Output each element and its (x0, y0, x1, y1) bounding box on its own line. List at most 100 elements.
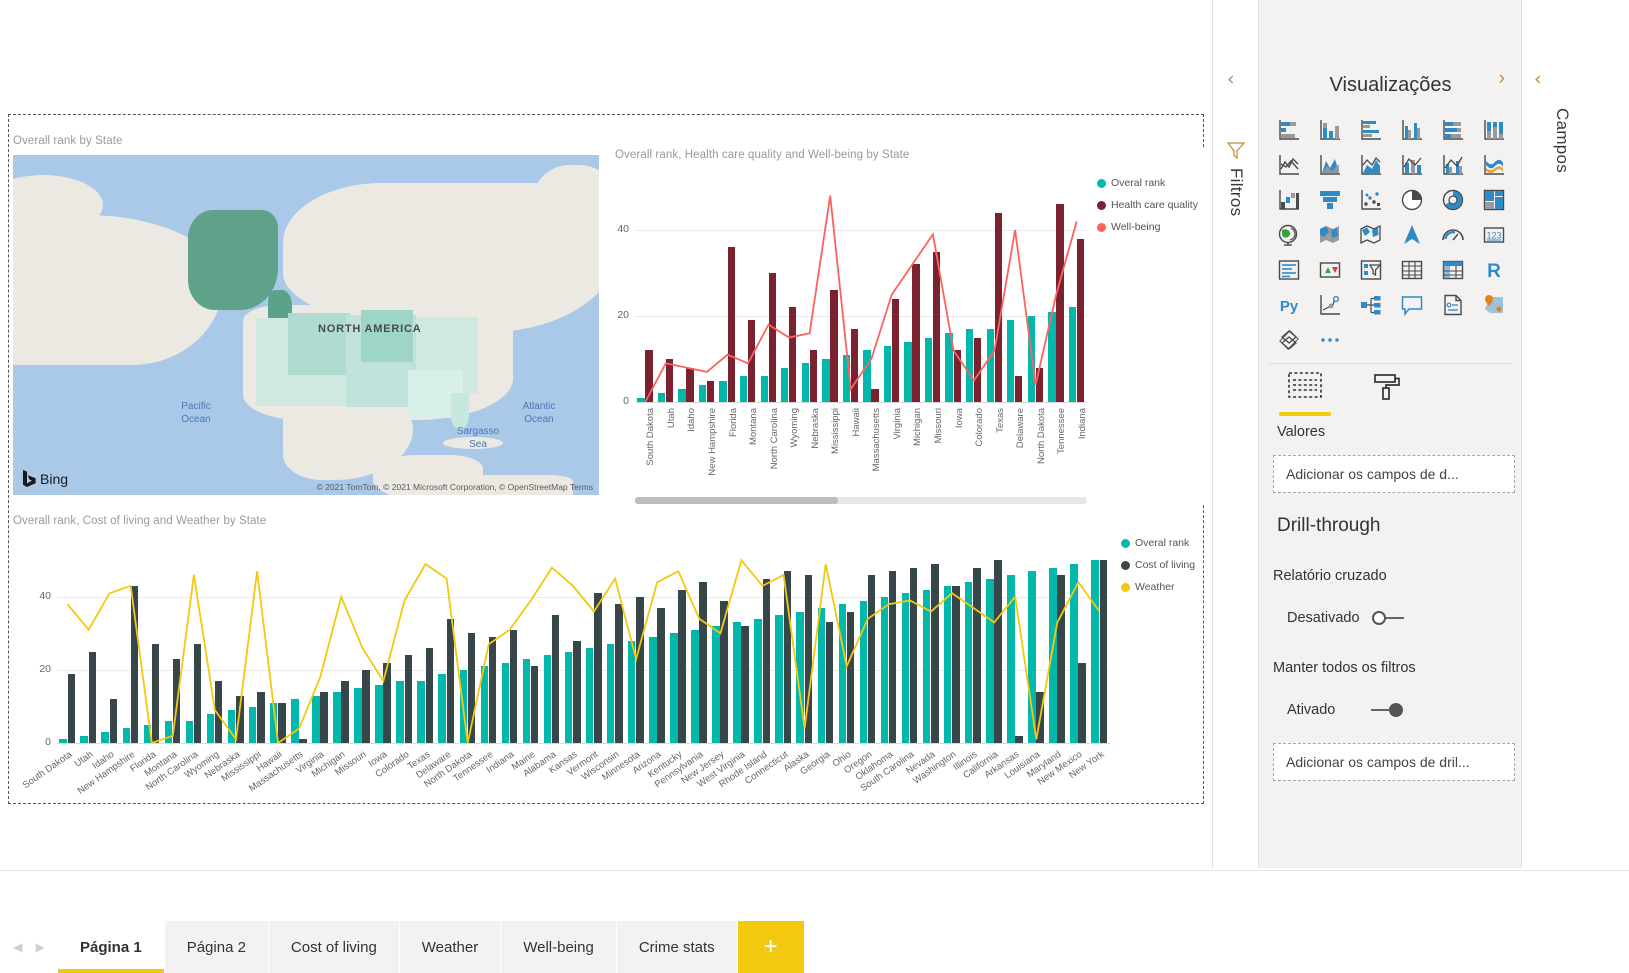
chart3-plot-area[interactable] (57, 553, 1110, 743)
clustered-bar-chart-icon[interactable] (1351, 112, 1391, 147)
scatter-chart-icon[interactable] (1351, 182, 1391, 217)
treemap-icon[interactable] (1474, 182, 1514, 217)
chart-cost-weather-visual[interactable]: Overall rank, Cost of living and Weather… (13, 515, 1198, 800)
visual-config-tabs[interactable] (1281, 372, 1411, 416)
map-visual[interactable]: Overall rank by State (13, 135, 607, 503)
page-tab-label: Well-being (523, 939, 594, 956)
kpi-icon[interactable] (1310, 252, 1350, 287)
slicer-icon[interactable] (1351, 252, 1391, 287)
legend-label: Well-being (1111, 221, 1160, 233)
multi-row-card-icon[interactable] (1269, 252, 1309, 287)
legend-item[interactable]: Overal rank (1097, 177, 1198, 189)
page-next-chevron-icon[interactable]: ▶ (36, 940, 45, 954)
clustered-column-chart-icon[interactable] (1392, 112, 1432, 147)
chart2-plot-area[interactable] (635, 187, 1087, 402)
r-script-visual-icon[interactable]: R (1474, 252, 1514, 287)
page-tab-5[interactable]: Well-being (501, 921, 617, 973)
smart-narrative-icon[interactable] (1433, 287, 1473, 322)
area-chart-icon[interactable] (1310, 147, 1350, 182)
drillthrough-fields-dropzone[interactable]: Adicionar os campos de dril... (1273, 743, 1515, 781)
line-well-being[interactable] (645, 196, 1076, 402)
chart-health-wellbeing-visual[interactable]: Overall rank, Health care quality and We… (615, 149, 1205, 504)
stacked-bar-chart-icon[interactable] (1269, 112, 1309, 147)
fields-collapse-chevron-icon[interactable]: ‹ (1534, 70, 1542, 89)
values-well-dropzone[interactable]: Adicionar os campos de d... (1273, 455, 1515, 493)
legend-color-swatch (1121, 539, 1130, 548)
legend-item[interactable]: Well-being (1097, 221, 1198, 233)
card-icon[interactable]: 123 (1474, 217, 1514, 252)
more-options-icon[interactable] (1310, 322, 1350, 357)
page-tab-1[interactable]: Página 1 (58, 921, 165, 973)
add-page-button[interactable]: + (738, 921, 804, 973)
legend-item[interactable]: Cost of living (1121, 559, 1195, 571)
chart2-legend[interactable]: Overal rank Health care quality Well-being (1097, 177, 1198, 243)
page-tab-4[interactable]: Weather (400, 921, 501, 973)
line-weather[interactable] (68, 560, 1100, 743)
donut-chart-icon[interactable] (1433, 182, 1473, 217)
100-stacked-bar-chart-icon[interactable] (1433, 112, 1473, 147)
bing-logo[interactable]: Bing (23, 470, 68, 487)
page-tab-6[interactable]: Crime stats (617, 921, 738, 973)
filled-map-icon[interactable] (1310, 217, 1350, 252)
line-chart-icon[interactable] (1269, 147, 1309, 182)
chart2-scrollbar-thumb[interactable] (635, 497, 838, 504)
visualizations-pane[interactable]: Visualizações › 123RPy Valores Adicionar… (1258, 0, 1521, 868)
cross-report-toggle[interactable] (1372, 611, 1406, 625)
x-axis-tick-label: Montana (748, 408, 759, 445)
qa-visual-icon[interactable] (1392, 287, 1432, 322)
azure-map-icon[interactable] (1474, 287, 1514, 322)
state-shape-usa-florida[interactable] (451, 393, 469, 429)
pie-chart-icon[interactable] (1392, 182, 1432, 217)
legend-item[interactable]: Health care quality (1097, 199, 1198, 211)
shape-map-icon[interactable] (1351, 217, 1391, 252)
arcgis-map-icon[interactable] (1392, 217, 1432, 252)
legend-item[interactable]: Overal rank (1121, 537, 1195, 549)
page-tab-bar[interactable]: ◀ ▶ Página 1Página 2Cost of livingWeathe… (0, 870, 1629, 973)
gauge-icon[interactable] (1433, 217, 1473, 252)
chart2-horizontal-scrollbar[interactable] (635, 497, 1087, 504)
fields-tab[interactable] (1281, 372, 1329, 416)
funnel-chart-icon[interactable] (1310, 182, 1350, 217)
decomposition-tree-icon[interactable] (1351, 287, 1391, 322)
format-tab[interactable] (1363, 372, 1411, 416)
report-page-canvas[interactable]: Overall rank by State (8, 114, 1204, 804)
multi-row-card-icon-glyph (1277, 258, 1301, 282)
stacked-area-chart-icon[interactable] (1351, 147, 1391, 182)
keep-filters-toggle-row[interactable]: Ativado (1287, 702, 1403, 718)
page-tab-3[interactable]: Cost of living (269, 921, 400, 973)
page-tab-2[interactable]: Página 2 (165, 921, 269, 973)
bing-map-surface[interactable]: NORTH AMERICA PacificOcean AtlanticOcean… (13, 155, 599, 495)
ribbon-chart-icon[interactable] (1474, 147, 1514, 182)
stacked-bar-chart-icon-glyph (1277, 118, 1301, 142)
line-and-stacked-column-chart-icon[interactable] (1392, 147, 1432, 182)
cross-report-state-label: Desativado (1287, 610, 1360, 626)
x-axis-tick-label: North Carolina (769, 408, 780, 469)
key-influencers-icon[interactable] (1310, 287, 1350, 322)
cross-report-toggle-row[interactable]: Desativado (1287, 610, 1406, 626)
legend-item[interactable]: Weather (1121, 581, 1195, 593)
page-prev-chevron-icon[interactable]: ◀ (13, 940, 22, 954)
ribbon-chart-icon-glyph (1482, 153, 1506, 177)
visualizations-expand-chevron-icon[interactable]: › (1499, 68, 1505, 90)
page-tabs-row[interactable]: ◀ ▶ Página 1Página 2Cost of livingWeathe… (0, 921, 804, 973)
paginated-report-icon[interactable] (1269, 322, 1309, 357)
table-icon[interactable] (1392, 252, 1432, 287)
fields-pane-collapsed[interactable]: ‹ Campos (1521, 0, 1629, 868)
page-nav-arrows[interactable]: ◀ ▶ (0, 921, 58, 973)
arcgis-map-icon-glyph (1400, 223, 1424, 247)
line-and-clustered-column-chart-icon[interactable] (1433, 147, 1473, 182)
stacked-column-chart-icon[interactable] (1310, 112, 1350, 147)
state-shape-usa-midwest[interactable] (361, 310, 413, 362)
state-shape-alaska[interactable] (188, 210, 278, 310)
visual-type-gallery[interactable]: 123R Py (1269, 112, 1512, 357)
100-stacked-column-chart-icon[interactable] (1474, 112, 1514, 147)
landmass-islands-nw (43, 195, 98, 213)
waterfall-chart-icon[interactable] (1269, 182, 1309, 217)
filters-pane-collapsed[interactable]: ‹ Filtros (1212, 0, 1258, 868)
chart3-legend[interactable]: Overal rank Cost of living Weather (1121, 537, 1195, 603)
matrix-icon[interactable] (1433, 252, 1473, 287)
map-icon[interactable] (1269, 217, 1309, 252)
python-visual-icon[interactable]: Py (1269, 287, 1309, 322)
filters-collapse-chevron-icon[interactable]: ‹ (1227, 70, 1235, 89)
keep-filters-toggle[interactable] (1369, 703, 1403, 717)
